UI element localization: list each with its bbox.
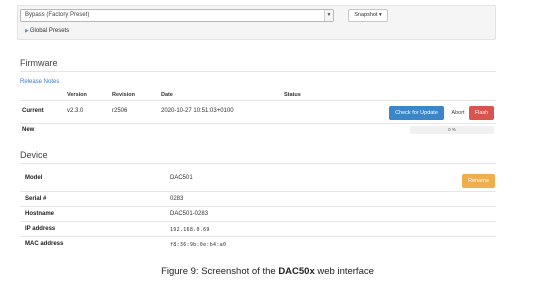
serial-label: Serial #: [25, 196, 47, 202]
device-divider: [20, 163, 496, 164]
release-notes-link[interactable]: Release Notes: [20, 79, 59, 85]
caption-prefix: Figure 9: Screenshot of the: [161, 266, 279, 277]
figure-caption: Figure 9: Screenshot of the DAC50x web i…: [0, 266, 535, 277]
snapshot-button[interactable]: Snapshot ▾: [348, 9, 388, 22]
ip-label: IP address: [25, 226, 56, 232]
current-version: v2.3.0: [67, 108, 84, 114]
current-label: Current: [22, 108, 44, 114]
hostname-value: DAC501-0283: [170, 211, 209, 217]
check-for-update-button[interactable]: Check for Update: [389, 106, 444, 120]
rename-button[interactable]: Rename: [462, 174, 495, 188]
new-label: New: [22, 127, 35, 133]
firmware-progress-bar: 0 %: [410, 126, 494, 134]
preset-select[interactable]: Bypass (Factory Preset) ▼: [20, 9, 334, 22]
global-presets-toggle[interactable]: ▶Global Presets: [25, 27, 69, 35]
model-value: DAC501: [170, 175, 193, 181]
device-row-divider: [20, 206, 496, 207]
ip-value: 192.168.0.69: [170, 227, 210, 233]
device-row-divider: [20, 236, 496, 237]
mac-value: f8:36:9b:0e:b4:a0: [170, 242, 227, 248]
caret-down-icon: ▾: [379, 12, 382, 18]
mac-label: MAC address: [25, 241, 64, 247]
current-revision: r2506: [112, 108, 128, 114]
global-presets-label: Global Presets: [29, 28, 70, 34]
header-status: Status: [284, 92, 301, 98]
triangle-right-icon: ▶: [25, 28, 29, 34]
current-date: 2020-10-27 10:51:03+0100: [161, 108, 234, 114]
flash-button[interactable]: Flash: [469, 106, 494, 120]
firmware-title: Firmware: [20, 58, 58, 68]
progress-text: 0 %: [448, 127, 456, 132]
header-date: Date: [161, 92, 173, 98]
abort-button[interactable]: Abort: [448, 106, 468, 120]
chevron-down-icon: ▼: [324, 10, 333, 21]
firmware-header-divider: [20, 100, 496, 101]
device-row-divider: [20, 191, 496, 192]
serial-value: 0283: [170, 196, 184, 202]
caption-product: DAC50x: [278, 266, 315, 277]
model-label: Model: [25, 175, 43, 181]
header-revision: Revision: [112, 92, 135, 98]
device-title: Device: [20, 150, 48, 160]
hostname-label: Hostname: [25, 211, 55, 217]
preset-select-value: Bypass (Factory Preset): [25, 12, 90, 18]
snapshot-label: Snapshot: [354, 12, 378, 18]
caption-suffix: web interface: [314, 266, 374, 277]
firmware-row-divider: [20, 123, 496, 124]
firmware-divider: [20, 71, 496, 72]
device-row-divider: [20, 221, 496, 222]
header-version: Version: [67, 92, 87, 98]
